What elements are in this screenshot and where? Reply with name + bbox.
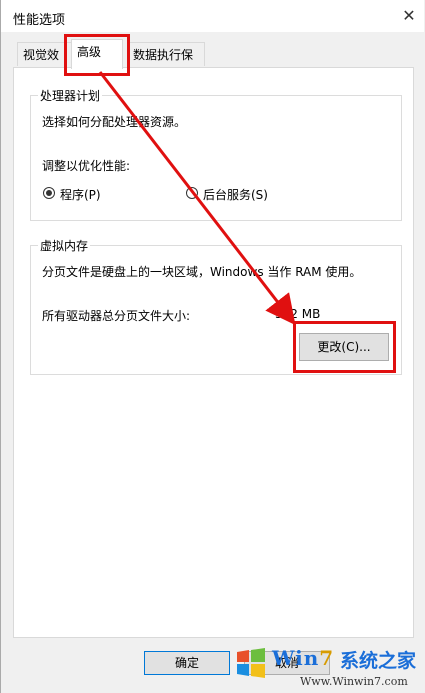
optimize-label: 调整以优化性能: <box>42 159 131 173</box>
windows-logo-icon <box>237 648 265 678</box>
tab-advanced[interactable]: 高级 <box>71 39 123 69</box>
watermark-brand: Win7 <box>272 646 335 670</box>
ok-button[interactable]: 确定 <box>144 651 230 675</box>
watermark-url: Www.Winwin7.com <box>300 675 408 688</box>
watermark-brand-cn: 系统之家 <box>340 650 417 672</box>
radio-label[interactable]: 程序(P) <box>60 186 101 203</box>
watermark: Win7 系统之家 Www.Winwin7.com <box>232 640 425 693</box>
total-paging-value: 512 MB <box>275 307 321 321</box>
radio-button[interactable] <box>43 187 55 199</box>
window-title: 性能选项 <box>13 13 66 28</box>
tab-dep[interactable]: 数据执行保护 <box>127 42 205 86</box>
radio-button[interactable] <box>186 187 198 199</box>
processor-scheduling-group: 处理器计划 选择如何分配处理器资源。 调整以优化性能: 程序(P) 后台服务(S… <box>30 87 402 221</box>
highlight-box-change-button <box>293 321 396 373</box>
processor-description: 选择如何分配处理器资源。 <box>42 115 187 129</box>
total-paging-label: 所有驱动器总分页文件大小: <box>42 309 191 323</box>
title-bar[interactable]: 性能选项 ✕ <box>1 0 424 32</box>
group-title: 处理器计划 <box>38 87 103 104</box>
radio-label[interactable]: 后台服务(S) <box>203 186 268 203</box>
group-title: 虚拟内存 <box>38 237 91 254</box>
paging-description: 分页文件是硬盘上的一块区域，Windows 当作 RAM 使用。 <box>42 265 362 279</box>
close-icon: ✕ <box>402 6 416 25</box>
close-button[interactable]: ✕ <box>394 0 424 32</box>
